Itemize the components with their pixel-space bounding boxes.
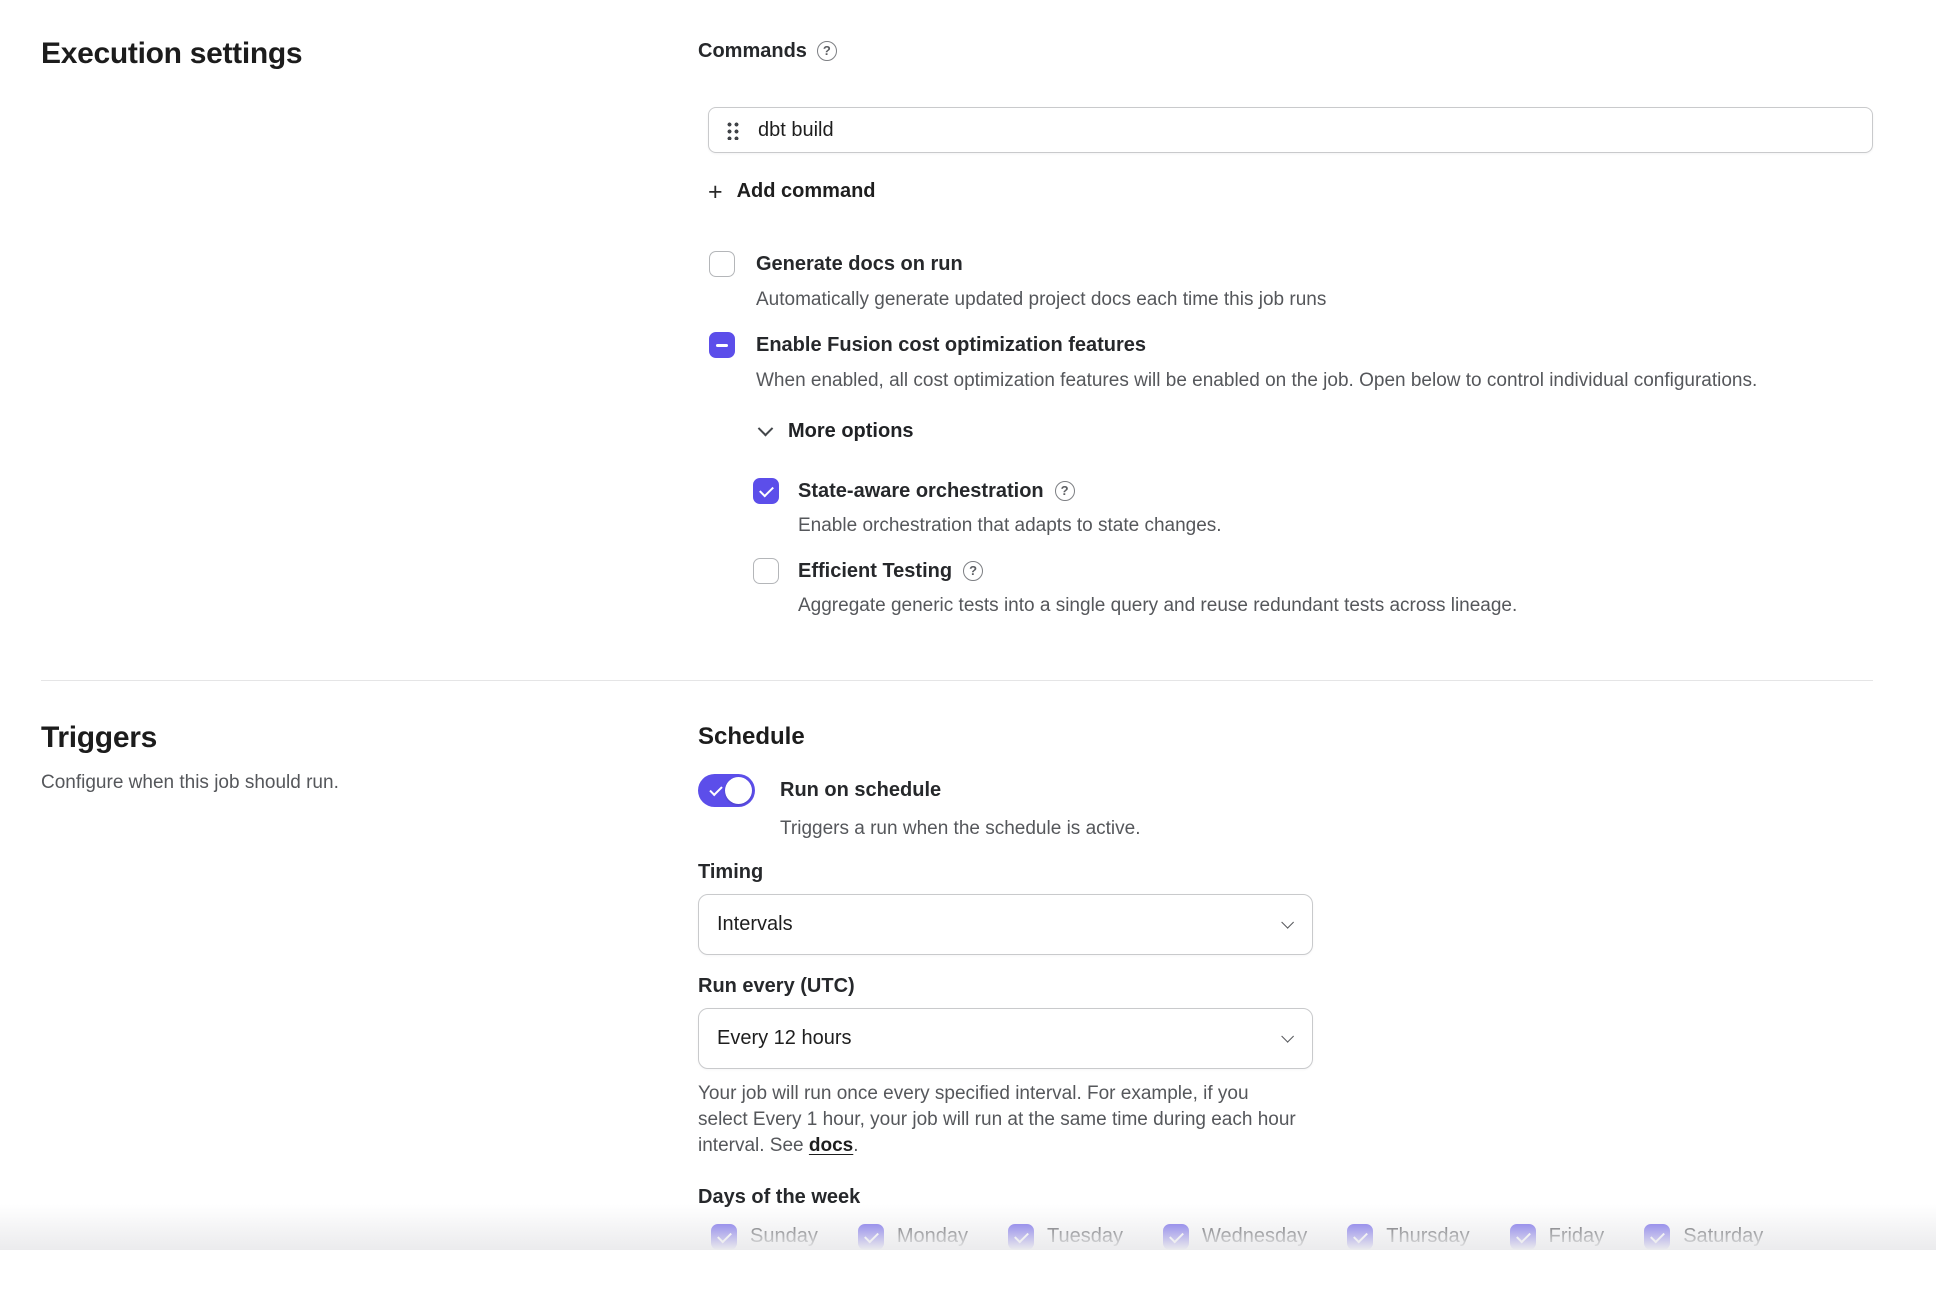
interval-help-before: Your job will run once every specified i… bbox=[698, 1083, 1296, 1156]
efficient-testing-label-row: Efficient Testing ? bbox=[798, 558, 1517, 584]
run-every-select[interactable]: Every 12 hours bbox=[698, 1008, 1313, 1069]
efficient-testing-description: Aggregate generic tests into a single qu… bbox=[798, 594, 1517, 618]
job-settings-page: Execution settings Commands ? dbt build … bbox=[0, 0, 1936, 1250]
state-aware-help-icon[interactable]: ? bbox=[1055, 481, 1075, 501]
triggers-section: Triggers Configure when this job should … bbox=[41, 722, 1873, 1250]
tuesday-label: Tuesday bbox=[1047, 1225, 1123, 1248]
fusion-cost-body: Enable Fusion cost optimization features… bbox=[756, 332, 1757, 393]
run-on-schedule-toggle[interactable] bbox=[698, 774, 755, 807]
friday-label: Friday bbox=[1549, 1225, 1605, 1248]
state-aware-row: State-aware orchestration ? Enable orche… bbox=[698, 478, 1873, 538]
run-on-schedule-description: Triggers a run when the schedule is acti… bbox=[780, 817, 1140, 841]
day-item-sunday[interactable]: Sunday bbox=[711, 1224, 818, 1250]
add-command-button[interactable]: + Add command bbox=[708, 180, 876, 203]
day-item-saturday[interactable]: Saturday bbox=[1644, 1224, 1763, 1250]
generate-docs-label[interactable]: Generate docs on run bbox=[756, 251, 1326, 277]
saturday-label: Saturday bbox=[1683, 1225, 1763, 1248]
day-item-thursday[interactable]: Thursday bbox=[1347, 1224, 1469, 1250]
efficient-testing-row: Efficient Testing ? Aggregate generic te… bbox=[698, 558, 1873, 618]
generate-docs-checkbox[interactable] bbox=[709, 251, 735, 277]
docs-link[interactable]: docs bbox=[809, 1135, 853, 1156]
run-on-schedule-label[interactable]: Run on schedule bbox=[780, 774, 1140, 807]
fusion-cost-description: When enabled, all cost optimization feat… bbox=[756, 369, 1757, 393]
commands-label-row: Commands ? bbox=[698, 38, 1873, 64]
efficient-testing-body: Efficient Testing ? Aggregate generic te… bbox=[798, 558, 1517, 618]
state-aware-label-row: State-aware orchestration ? bbox=[798, 478, 1222, 504]
timing-label: Timing bbox=[698, 860, 1873, 885]
commands-help-icon[interactable]: ? bbox=[817, 41, 837, 61]
tuesday-checkbox[interactable] bbox=[1008, 1224, 1034, 1250]
run-every-label: Run every (UTC) bbox=[698, 974, 1873, 999]
efficient-testing-label[interactable]: Efficient Testing bbox=[798, 558, 952, 584]
state-aware-checkbox[interactable] bbox=[753, 478, 779, 504]
execution-settings-content: Commands ? dbt build + Add command Gener… bbox=[698, 38, 1873, 618]
day-item-friday[interactable]: Friday bbox=[1510, 1224, 1605, 1250]
section-divider bbox=[41, 680, 1873, 681]
thursday-label: Thursday bbox=[1386, 1225, 1469, 1248]
execution-settings-left-col: Execution settings bbox=[41, 38, 698, 618]
state-aware-body: State-aware orchestration ? Enable orche… bbox=[798, 478, 1222, 538]
chevron-down-icon bbox=[758, 420, 774, 436]
triggers-subtitle: Configure when this job should run. bbox=[41, 771, 698, 795]
run-on-schedule-row: Run on schedule Triggers a run when the … bbox=[698, 774, 1873, 841]
state-aware-label[interactable]: State-aware orchestration bbox=[798, 478, 1044, 504]
fusion-cost-row: Enable Fusion cost optimization features… bbox=[698, 332, 1873, 393]
thursday-checkbox[interactable] bbox=[1347, 1224, 1373, 1250]
add-command-label: Add command bbox=[737, 180, 876, 203]
generate-docs-description: Automatically generate updated project d… bbox=[756, 288, 1326, 312]
chevron-down-icon bbox=[1281, 916, 1294, 929]
sunday-label: Sunday bbox=[750, 1225, 818, 1248]
days-of-week-label: Days of the week bbox=[698, 1185, 1873, 1210]
efficient-testing-checkbox[interactable] bbox=[753, 558, 779, 584]
fusion-cost-checkbox[interactable] bbox=[709, 332, 735, 358]
more-options-toggle[interactable]: More options bbox=[760, 420, 914, 443]
toggle-knob bbox=[725, 777, 752, 804]
interval-help-after: . bbox=[853, 1135, 858, 1156]
chevron-down-icon bbox=[1281, 1030, 1294, 1043]
more-options-panel: State-aware orchestration ? Enable orche… bbox=[698, 478, 1873, 618]
monday-label: Monday bbox=[897, 1225, 968, 1248]
generate-docs-body: Generate docs on run Automatically gener… bbox=[756, 251, 1326, 312]
execution-settings-section: Execution settings Commands ? dbt build … bbox=[41, 38, 1873, 618]
state-aware-description: Enable orchestration that adapts to stat… bbox=[798, 514, 1222, 538]
interval-help-text: Your job will run once every specified i… bbox=[698, 1081, 1298, 1159]
wednesday-label: Wednesday bbox=[1202, 1225, 1307, 1248]
execution-settings-title: Execution settings bbox=[41, 38, 698, 70]
schedule-heading: Schedule bbox=[698, 722, 1873, 752]
saturday-checkbox[interactable] bbox=[1644, 1224, 1670, 1250]
triggers-left-col: Triggers Configure when this job should … bbox=[41, 722, 698, 1250]
generate-docs-row: Generate docs on run Automatically gener… bbox=[698, 251, 1873, 312]
day-item-monday[interactable]: Monday bbox=[858, 1224, 968, 1250]
wednesday-checkbox[interactable] bbox=[1163, 1224, 1189, 1250]
fusion-cost-label[interactable]: Enable Fusion cost optimization features bbox=[756, 332, 1757, 358]
more-options-label: More options bbox=[788, 420, 914, 443]
friday-checkbox[interactable] bbox=[1510, 1224, 1536, 1250]
timing-select[interactable]: Intervals bbox=[698, 894, 1313, 955]
commands-label: Commands bbox=[698, 38, 807, 64]
command-input[interactable]: dbt build bbox=[708, 107, 1873, 153]
timing-select-value: Intervals bbox=[717, 913, 793, 936]
day-item-tuesday[interactable]: Tuesday bbox=[1008, 1224, 1123, 1250]
triggers-title: Triggers bbox=[41, 722, 698, 754]
efficient-testing-help-icon[interactable]: ? bbox=[963, 561, 983, 581]
monday-checkbox[interactable] bbox=[858, 1224, 884, 1250]
drag-handle-icon[interactable] bbox=[726, 120, 739, 140]
run-on-schedule-body: Run on schedule Triggers a run when the … bbox=[780, 774, 1140, 841]
command-value[interactable]: dbt build bbox=[758, 119, 834, 142]
day-item-wednesday[interactable]: Wednesday bbox=[1163, 1224, 1307, 1250]
sunday-checkbox[interactable] bbox=[711, 1224, 737, 1250]
triggers-content: Schedule Run on schedule Triggers a run … bbox=[698, 722, 1873, 1250]
days-of-week-row: Sunday Monday Tuesday Wednesday Thursday bbox=[698, 1224, 1873, 1250]
run-every-select-value: Every 12 hours bbox=[717, 1027, 852, 1050]
plus-icon: + bbox=[708, 182, 723, 202]
